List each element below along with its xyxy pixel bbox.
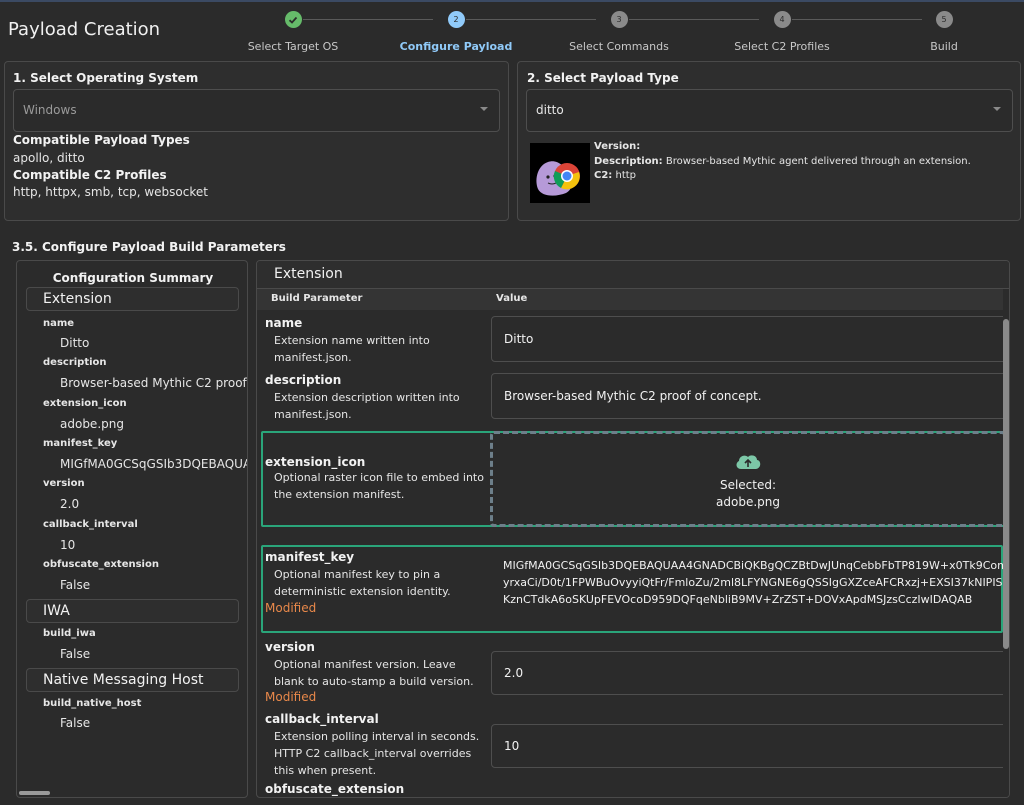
selected-file-name: adobe.png [716,495,780,509]
scrollbar-thumb[interactable] [1003,319,1009,649]
description-input[interactable]: Browser-based Mythic C2 proof of concept… [491,373,1009,419]
cloud-upload-icon [493,452,1003,475]
payload-type-select[interactable]: ditto [526,89,1013,132]
table-row: version Optional manifest version. Leave… [257,640,1009,704]
param-group-header: Extension [257,261,1009,289]
step-number: 4 [773,11,791,28]
summary-key: manifest_key [43,438,118,449]
param-name: name [265,316,303,330]
os-panel: 1. Select Operating System Windows Compa… [4,61,509,221]
table-row: description Extension description writte… [257,372,1009,426]
os-panel-title: 1. Select Operating System [13,71,199,85]
payload-type-panel: 2. Select Payload Type ditto Version: De… [517,61,1021,221]
summary-value: False [60,578,91,592]
top-accent-line [0,0,1024,2]
modified-label: Modified [265,601,317,615]
payload-type-title: 2. Select Payload Type [527,71,679,85]
scrollbar-thumb[interactable] [19,791,50,795]
payload-description: Description: Browser-based Mythic agent … [594,156,971,167]
summary-key: build_native_host [43,698,142,709]
payload-type-logo-icon [530,143,590,203]
param-description: Extension polling interval in seconds. H… [274,730,480,777]
step-select-commands[interactable]: 3 Select Commands [539,10,699,53]
summary-key: build_iwa [43,628,96,639]
table-row: obfuscate_extension [257,782,1005,797]
configuration-summary: Configuration Summary Extension name Dit… [16,260,248,798]
summary-value: 10 [60,538,76,552]
param-name: description [265,373,342,387]
summary-key: name [43,318,75,329]
param-name: manifest_key [265,550,355,564]
compat-types-value: apollo, ditto [13,151,85,165]
col-header-value: Value [496,293,528,304]
page-title: Payload Creation [8,19,161,40]
step-label: Select Target OS [247,40,339,53]
step-configure-payload[interactable]: 2 Configure Payload [376,10,536,53]
step-build[interactable]: 5 Build [864,10,1024,53]
stepper: Select Target OS 2 Configure Payload 3 S… [210,10,1024,60]
summary-value: Browser-based Mythic C2 proof of concept… [60,376,247,390]
callback-interval-input[interactable]: 10 [491,724,1009,768]
summary-key: version [43,478,85,489]
build-params-section-title: 3.5. Configure Payload Build Parameters [12,240,286,254]
param-description: Extension name written into manifest.jso… [274,334,430,364]
compat-c2-heading: Compatible C2 Profiles [13,168,167,182]
payload-version: Version: [594,141,641,152]
summary-group-iwa: IWA [26,599,239,623]
vertical-scrollbar[interactable] [1003,289,1009,797]
param-description: Extension description written into manif… [274,391,460,421]
os-select[interactable]: Windows [13,89,500,132]
step-label: Build [930,40,958,53]
dropdown-caret-icon [993,107,1001,111]
compat-c2-value: http, httpx, smb, tcp, websocket [13,185,208,199]
summary-key: obfuscate_extension [43,559,159,570]
os-select-value: Windows [23,103,77,117]
name-input[interactable]: Ditto [491,316,1009,362]
summary-title: Configuration Summary [52,271,214,285]
compat-types-heading: Compatible Payload Types [13,133,190,147]
param-description: Optional raster icon file to embed into … [274,471,484,501]
check-icon [284,11,302,28]
param-description: Optional manifest key to pin a determini… [274,568,451,598]
summary-value: 2.0 [60,497,80,511]
summary-value: adobe.png [60,417,124,431]
summary-key: description [43,357,107,368]
step-label: Configure Payload [399,40,513,53]
table-row: manifest_key Optional manifest key to pi… [257,545,1009,633]
step-number: 3 [610,11,628,28]
param-name: extension_icon [265,455,366,469]
dropdown-caret-icon [480,107,488,111]
step-select-target-os[interactable]: Select Target OS [213,10,373,53]
modified-label: Modified [265,690,317,704]
selected-file-label: Selected: [719,478,777,492]
summary-key: extension_icon [43,398,127,409]
summary-value: False [60,647,91,661]
build-parameters-table: Extension Build Parameter Value name Ext… [256,260,1010,798]
step-label: Select Commands [569,40,669,53]
table-header [257,289,1005,310]
version-input[interactable]: 2.0 [491,651,1009,695]
param-name: callback_interval [265,712,379,726]
col-header-build-parameter: Build Parameter [271,293,363,304]
param-name: version [265,640,315,654]
step-label: Select C2 Profiles [734,40,830,53]
step-select-c2-profiles[interactable]: 4 Select C2 Profiles [702,10,862,53]
summary-group-extension: Extension [26,287,239,311]
summary-value: MIGfMA0GCSqGSIb3DQEBAQUAA4GNADCBiQKBgQCZ… [60,457,247,471]
summary-group-native-messaging-host: Native Messaging Host [26,668,239,692]
table-row: name Extension name written into manifes… [257,314,1009,368]
payload-type-value: ditto [536,103,564,117]
horizontal-scrollbar[interactable] [17,791,247,797]
manifest-key-input[interactable]: MIGfMA0GCSqGSIb3DQEBAQUAA4GNADCBiQKBgQCZ… [491,545,1009,631]
summary-key: callback_interval [43,519,138,530]
step-number: 2 [447,11,465,28]
table-row: callback_interval Extension polling inte… [257,712,1009,777]
step-number: 5 [935,11,953,28]
summary-value: False [60,716,91,730]
payload-c2: C2: http [594,170,637,181]
param-name: obfuscate_extension [265,782,405,796]
summary-value: Ditto [60,336,90,350]
icon-file-dropzone[interactable]: Selected: adobe.png [490,431,1006,527]
param-description: Optional manifest version. Leave blank t… [274,658,474,688]
